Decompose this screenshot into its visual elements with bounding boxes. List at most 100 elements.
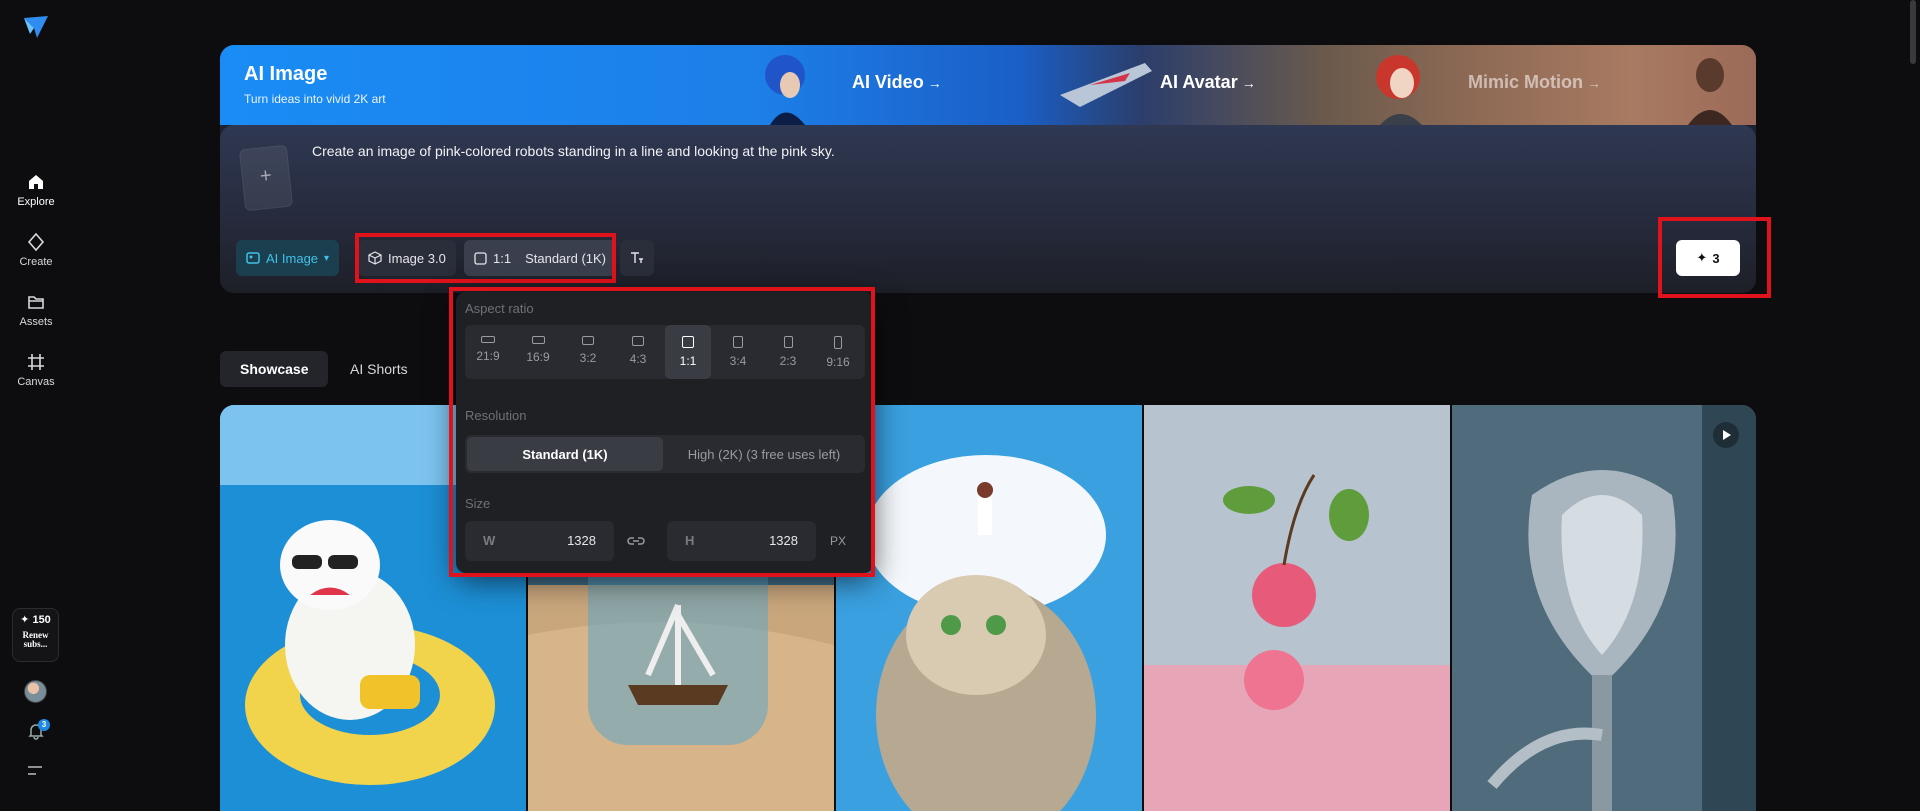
- ai-avatar-thumbnail: [1060, 63, 1152, 107]
- arrow-right-icon: →: [1241, 75, 1256, 91]
- sparkle-icon: ✦: [1696, 250, 1708, 265]
- home-icon: [29, 175, 43, 189]
- mode-label: AI Image: [266, 250, 319, 266]
- tab-ai-video[interactable]: AI Video →: [852, 72, 942, 93]
- aspect-ratio-options: 21:9 16:9 3:2 4:3 1:1 3:4 2:3 9:16: [465, 325, 865, 379]
- square-ratio-icon: [474, 251, 487, 265]
- text-format-icon: [631, 252, 643, 263]
- ratio-option-2-3[interactable]: 2:3: [765, 325, 811, 379]
- tab-ai-avatar-label: AI Avatar: [1160, 72, 1238, 92]
- tab-mimic-motion[interactable]: Mimic Motion →: [1468, 72, 1601, 93]
- prompt-text[interactable]: Create an image of pink-colored robots s…: [312, 143, 835, 159]
- ratio-option-label: 16:9: [526, 350, 550, 364]
- link-icon[interactable]: [627, 533, 645, 549]
- aspect-ratio-title: Aspect ratio: [465, 301, 534, 316]
- gallery-image-cat-cloud[interactable]: [836, 405, 1142, 811]
- upload-image-card[interactable]: +: [238, 144, 294, 212]
- quality-label: Standard (1K): [525, 250, 607, 266]
- cube-icon: [368, 251, 382, 265]
- tab-showcase[interactable]: Showcase: [220, 351, 329, 387]
- page-scrollbar[interactable]: [1910, 0, 1916, 64]
- sidebar-item-label: Canvas: [17, 376, 55, 388]
- sidebar-item-label: Create: [19, 256, 53, 268]
- ratio-option-3-2[interactable]: 3:2: [565, 325, 611, 379]
- height-field[interactable]: H 1328: [667, 521, 816, 561]
- ratio-quality-selector[interactable]: 1:1 Standard (1K): [464, 240, 617, 276]
- ratio-shape-icon: [531, 336, 545, 344]
- height-value: 1328: [769, 533, 798, 548]
- app-root: Explore Create Assets Canvas ✦ 150 Renew…: [0, 0, 1920, 811]
- ratio-option-1-1[interactable]: 1:1: [665, 325, 711, 379]
- showcase-gallery: [220, 405, 1756, 811]
- ratio-option-21-9[interactable]: 21:9: [465, 325, 511, 379]
- menu-collapse-icon[interactable]: [27, 764, 43, 778]
- sidebar-item-assets[interactable]: Assets: [0, 292, 72, 328]
- mimic-motion-thumbnail: [1376, 55, 1422, 125]
- hero-title: AI Image: [244, 63, 328, 85]
- width-label: W: [483, 533, 496, 548]
- notification-badge: 3: [38, 719, 50, 731]
- ratio-settings-popover: Aspect ratio 21:9 16:9 3:2 4:3 1:1 3:4 2…: [456, 292, 874, 573]
- sidebar: Explore Create Assets Canvas ✦ 150 Renew…: [0, 0, 72, 811]
- ratio-option-label: 1:1: [679, 354, 697, 368]
- hero-subtitle: Turn ideas into vivid 2K art: [244, 92, 386, 106]
- ratio-shape-icon: [783, 336, 793, 348]
- sidebar-item-label: Explore: [17, 196, 55, 208]
- sidebar-item-create[interactable]: Create: [0, 232, 72, 268]
- width-value: 1328: [567, 533, 596, 548]
- ratio-option-4-3[interactable]: 4:3: [615, 325, 661, 379]
- ratio-option-label: 4:3: [629, 352, 647, 366]
- resolution-options: Standard (1K) High (2K) (3 free uses lef…: [465, 435, 865, 473]
- tab-ai-shorts[interactable]: AI Shorts: [330, 351, 428, 387]
- credits-renew-box[interactable]: ✦ 150 Renew subs...: [12, 608, 59, 662]
- resolution-high-option[interactable]: High (2K) (3 free uses left): [665, 437, 863, 471]
- text-style-button[interactable]: [620, 240, 654, 276]
- resolution-title: Resolution: [465, 408, 527, 423]
- renew-subscription-link: Renew subs...: [22, 629, 49, 649]
- ratio-shape-icon: [481, 336, 495, 343]
- play-icon[interactable]: [1713, 422, 1739, 448]
- ratio-shape-icon: [834, 336, 842, 349]
- ratio-option-label: 2:3: [779, 354, 797, 368]
- sidebar-item-label: Assets: [19, 316, 53, 328]
- height-label: H: [685, 533, 695, 548]
- ratio-option-16-9[interactable]: 16:9: [515, 325, 561, 379]
- folder-icon: [28, 296, 44, 309]
- generate-cost: 3: [1712, 250, 1720, 266]
- ratio-shape-icon: [582, 336, 594, 345]
- ratio-option-3-4[interactable]: 3:4: [715, 325, 761, 379]
- ratio-option-label: 3:4: [729, 354, 747, 368]
- sparkle-diamond-icon: [27, 232, 45, 252]
- sidebar-item-explore[interactable]: Explore: [0, 172, 72, 208]
- sidebar-item-canvas[interactable]: Canvas: [0, 352, 72, 388]
- size-unit: PX: [830, 534, 847, 548]
- arrow-right-icon: →: [1587, 75, 1601, 91]
- avatar[interactable]: [24, 680, 47, 703]
- ratio-option-label: 21:9: [476, 349, 500, 363]
- model-selector[interactable]: Image 3.0: [358, 240, 456, 276]
- ratio-option-label: 3:2: [579, 351, 597, 365]
- mimic-motion-figure-thumbnail: [1688, 58, 1732, 125]
- ratio-shape-icon: [632, 336, 644, 346]
- canvas-crop-icon: [28, 354, 44, 370]
- credits-count: ✦ 150: [20, 614, 51, 626]
- generate-button[interactable]: ✦ 3: [1676, 240, 1740, 276]
- resolution-standard-option[interactable]: Standard (1K): [467, 437, 663, 471]
- ai-video-thumbnail: [765, 55, 805, 125]
- width-field[interactable]: W 1328: [465, 521, 614, 561]
- ratio-label: 1:1: [493, 250, 512, 266]
- size-title: Size: [465, 496, 491, 511]
- gallery-image-cherries[interactable]: [1144, 405, 1450, 811]
- tab-mimic-motion-label: Mimic Motion: [1468, 72, 1583, 92]
- ratio-option-9-16[interactable]: 9:16: [815, 325, 861, 379]
- ratio-shape-icon: [733, 336, 743, 348]
- tab-ai-avatar[interactable]: AI Avatar →: [1160, 72, 1256, 93]
- mode-dropdown[interactable]: AI Image ▾: [236, 240, 340, 276]
- ratio-option-label: 9:16: [826, 355, 850, 369]
- hero-tabs-strip: AI Image Turn ideas into vivid 2K art AI…: [220, 45, 1756, 125]
- tab-ai-video-label: AI Video: [852, 72, 924, 92]
- arrow-right-icon: →: [927, 75, 942, 91]
- logo-icon[interactable]: [22, 14, 50, 40]
- gallery-image-chrome-tulip[interactable]: [1452, 405, 1756, 811]
- plus-icon: +: [258, 164, 273, 188]
